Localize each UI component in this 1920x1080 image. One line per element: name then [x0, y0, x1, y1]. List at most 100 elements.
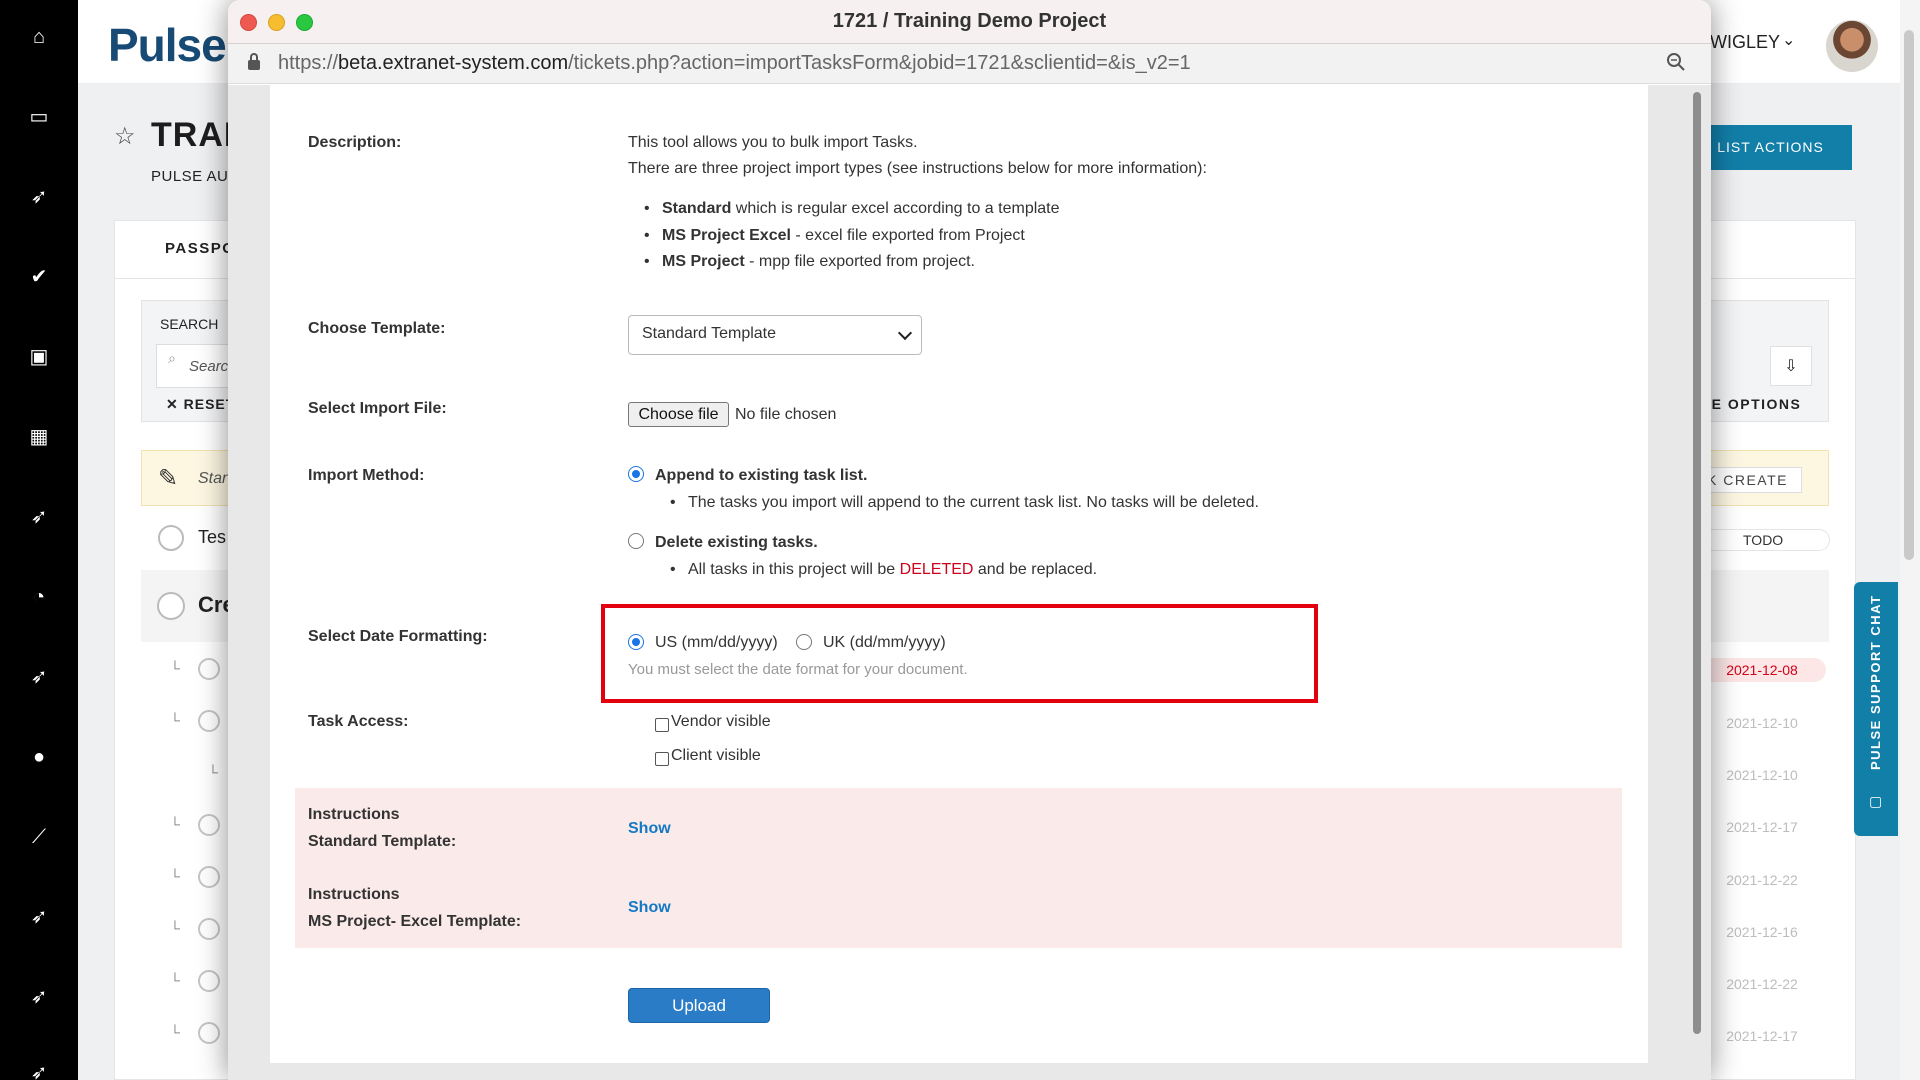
description-bullet: MS Project - mpp file exported from proj… — [644, 253, 975, 271]
quick-create-input[interactable]: Star — [198, 470, 227, 488]
task-checkbox[interactable] — [198, 710, 220, 732]
import-tasks-popup: 1721 / Training Demo Project https://bet… — [228, 0, 1711, 1080]
rocket-icon[interactable]: ➶ — [24, 502, 54, 532]
url-prefix: https:// — [278, 52, 339, 74]
bullet-strong: MS Project Excel — [662, 227, 791, 244]
instructions-template-name: Standard Template: — [308, 833, 457, 850]
due-date-badge[interactable]: 2021-12-08 — [1698, 658, 1826, 682]
append-option-label[interactable]: Append to existing task list. — [655, 467, 867, 485]
image-icon[interactable]: ▣ — [24, 342, 54, 372]
user-icon[interactable]: ● — [24, 742, 54, 772]
home-icon[interactable]: ⌂ — [24, 22, 54, 52]
subtask-connector: └ — [170, 972, 180, 988]
star-icon[interactable]: ☆ — [114, 122, 136, 151]
subtask-connector: └ — [170, 868, 180, 884]
delete-description: All tasks in this project will be DELETE… — [670, 561, 1097, 579]
vendor-visible-label[interactable]: Vendor visible — [671, 713, 771, 731]
us-date-radio[interactable] — [628, 634, 644, 650]
show-standard-instructions-link[interactable]: Show — [628, 820, 671, 838]
vendor-visible-checkbox[interactable] — [655, 718, 669, 732]
template-select-value: Standard Template — [642, 325, 777, 342]
choose-file-button[interactable]: Choose file — [628, 402, 729, 427]
inbox-icon[interactable]: ▭ — [24, 102, 54, 132]
subtask-connector: └ — [170, 816, 180, 832]
task-access-label: Task Access: — [308, 713, 409, 730]
instructions-heading: Instructions — [308, 886, 400, 903]
task-checkbox[interactable] — [198, 866, 220, 888]
status-badge[interactable]: TODO — [1700, 529, 1830, 551]
pulse-logo[interactable]: Pulse — [108, 18, 227, 72]
description-bullet: Standard which is regular excel accordin… — [644, 200, 1059, 218]
show-ms-excel-instructions-link[interactable]: Show — [628, 899, 671, 917]
bullet-text: - excel file exported from Project — [790, 227, 1025, 244]
task-checkbox[interactable] — [198, 1022, 220, 1044]
rocket-icon[interactable]: ➶ — [24, 1058, 54, 1080]
instructions-template-name: MS Project- Excel Template: — [308, 913, 522, 930]
due-date-badge[interactable]: 2021-12-10 — [1698, 763, 1826, 787]
chat-icon: ▢ — [1869, 793, 1883, 809]
rocket-icon[interactable]: ➶ — [24, 182, 54, 212]
tab-passport[interactable]: PASSPO — [165, 240, 235, 257]
delete-option-label[interactable]: Delete existing tasks. — [655, 534, 818, 552]
description-bullet: MS Project Excel - excel file exported f… — [644, 227, 1025, 245]
rocket-icon[interactable]: ➶ — [24, 662, 54, 692]
upload-button[interactable]: Upload — [628, 988, 770, 1023]
download-icon: ⇩ — [1784, 358, 1798, 375]
due-date-badge[interactable]: 2021-12-22 — [1698, 868, 1826, 892]
subtask-connector: └ — [208, 764, 218, 780]
task-checkbox[interactable] — [198, 658, 220, 680]
user-name[interactable]: WIGLEY — [1710, 32, 1780, 53]
task-title[interactable]: Tes — [198, 527, 226, 548]
import-method-label: Import Method: — [308, 467, 425, 484]
client-visible-checkbox[interactable] — [655, 752, 669, 766]
bullet-strong: Standard — [662, 200, 732, 217]
due-date-badge[interactable]: 2021-12-17 — [1698, 1024, 1826, 1048]
search-icon: ⌕ — [168, 350, 176, 366]
support-chat-label[interactable]: PULSE SUPPORT CHAT — [1868, 594, 1883, 770]
description-line-1: This tool allows you to bulk import Task… — [628, 134, 918, 151]
uk-date-radio[interactable] — [796, 634, 812, 650]
page-subtitle: PULSE AU! — [151, 168, 234, 185]
due-date-badge[interactable]: 2021-12-10 — [1698, 711, 1826, 735]
delete-radio[interactable] — [628, 533, 644, 549]
url-domain: beta.extranet-system.com — [338, 52, 569, 74]
avatar[interactable] — [1826, 20, 1878, 72]
more-options-link[interactable]: RE OPTIONS — [1700, 396, 1801, 412]
date-format-help: You must select the date format for your… — [628, 661, 968, 678]
task-checkbox[interactable] — [157, 592, 185, 620]
zoom-icon[interactable] — [1666, 52, 1686, 72]
append-radio[interactable] — [628, 466, 644, 482]
deleted-warning: DELETED — [899, 561, 974, 578]
due-date-badge[interactable]: 2021-12-22 — [1698, 972, 1826, 996]
download-button[interactable]: ⇩ — [1770, 346, 1812, 386]
due-date-badge[interactable]: 2021-12-16 — [1698, 920, 1826, 944]
file-status-text: No file chosen — [735, 406, 837, 423]
client-visible-label[interactable]: Client visible — [671, 747, 761, 765]
clock-icon[interactable]: ◔ — [24, 582, 54, 612]
task-list-actions-button[interactable]: K LIST ACTIONS — [1690, 125, 1852, 170]
calendar-icon[interactable]: ▦ — [24, 422, 54, 452]
rocket-icon[interactable]: ➶ — [24, 902, 54, 932]
check-circle-icon[interactable]: ✔ — [24, 262, 54, 292]
page-scrollbar-thumb[interactable] — [1904, 30, 1914, 560]
task-checkbox[interactable] — [198, 814, 220, 836]
us-date-label[interactable]: US (mm/dd/yyyy) — [655, 634, 778, 652]
due-date-badge[interactable]: 2021-12-17 — [1698, 815, 1826, 839]
task-checkbox[interactable] — [158, 525, 184, 551]
rocket-icon[interactable]: ➶ — [24, 982, 54, 1012]
bullet-strong: MS Project — [662, 253, 745, 270]
chevron-down-icon[interactable]: ⌄ — [1782, 30, 1795, 50]
task-checkbox[interactable] — [198, 918, 220, 940]
chart-line-icon[interactable]: ⟋ — [24, 822, 54, 852]
subtask-connector: └ — [170, 660, 180, 676]
uk-date-label[interactable]: UK (dd/mm/yyyy) — [823, 634, 946, 652]
import-file-label: Select Import File: — [308, 400, 447, 417]
left-navigation: ⌂ ▭ ➶ ✔ ▣ ▦ ➶ ◔ ➶ ● ⟋ ➶ ➶ ➶ — [0, 0, 78, 1080]
reset-filters-link[interactable]: ✕ RESET — [166, 396, 235, 413]
quick-create-button[interactable]: K CREATE — [1698, 467, 1802, 493]
task-checkbox[interactable] — [198, 970, 220, 992]
popup-scrollbar-thumb[interactable] — [1693, 92, 1701, 1034]
url-text[interactable]: https://beta.extranet-system.com/tickets… — [278, 52, 1191, 75]
subtask-connector: └ — [170, 920, 180, 936]
instructions-heading: Instructions — [308, 806, 400, 823]
